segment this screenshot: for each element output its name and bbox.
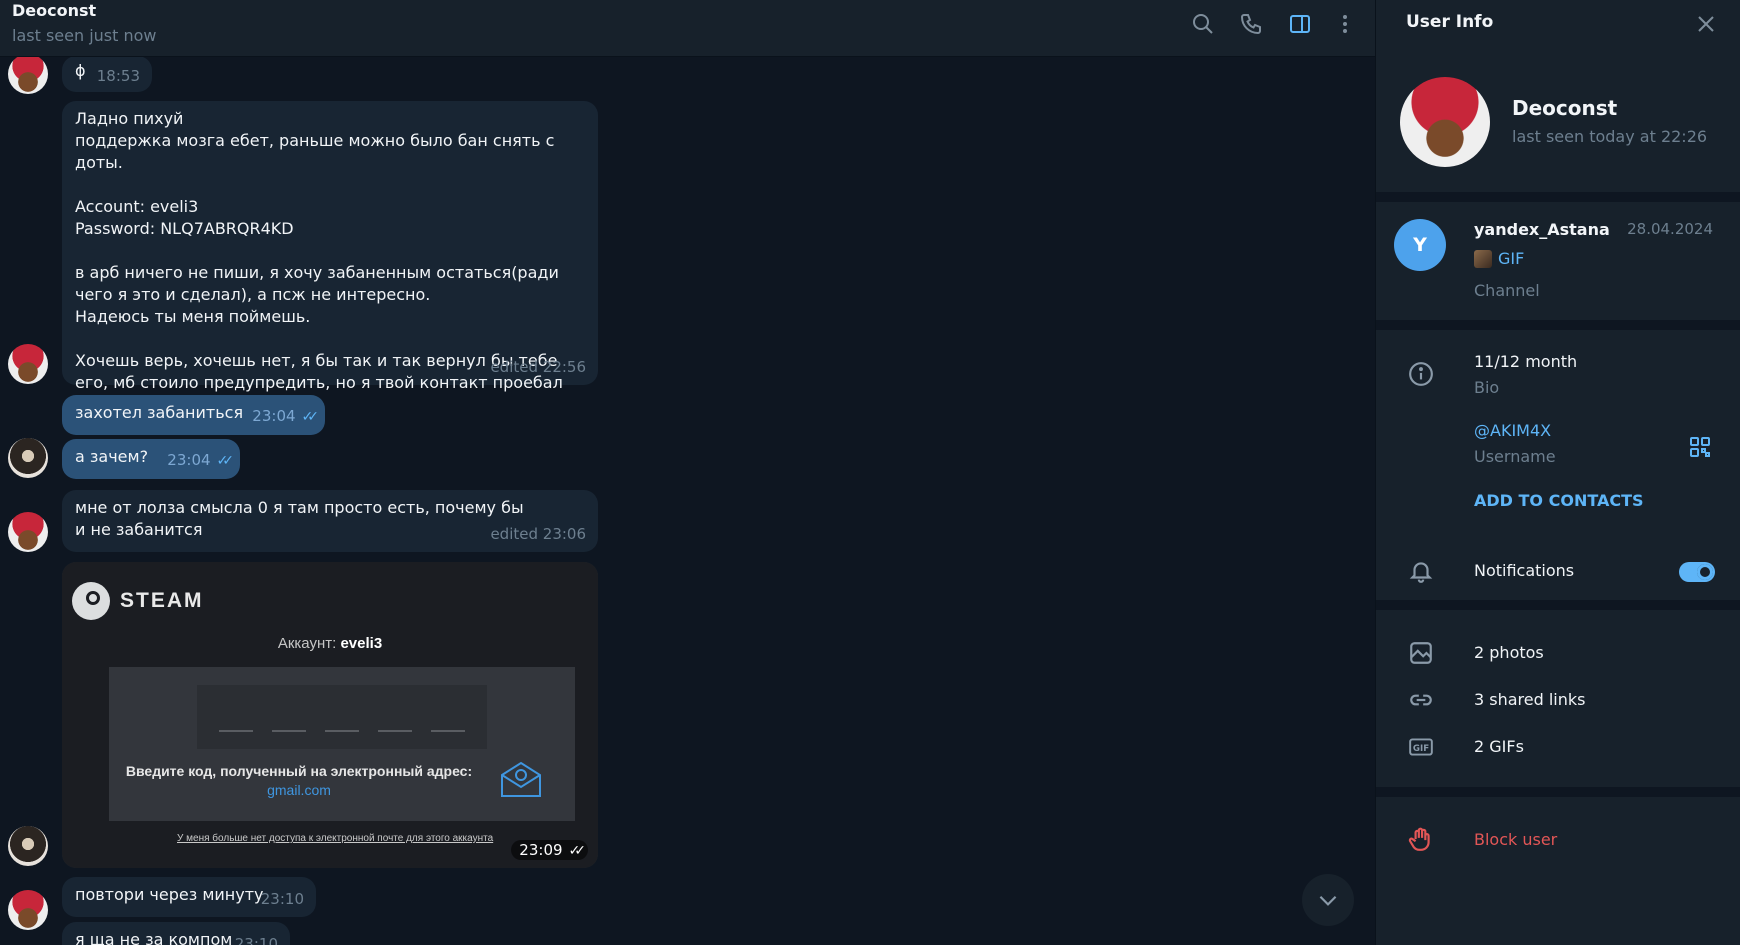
- link-icon: [1410, 694, 1432, 706]
- message-text: захотел забаниться: [75, 403, 244, 422]
- message-time: edited 22:56: [490, 358, 586, 376]
- message-text: а зачем?: [75, 447, 149, 466]
- channel-name[interactable]: yandex_Astana: [1474, 220, 1610, 239]
- steam-wordmark: STEAM: [120, 589, 204, 612]
- photo-icon: [1410, 642, 1432, 664]
- message-text: Ладно пихуй поддержка мозга ебет, раньше…: [75, 109, 563, 392]
- message-bubble[interactable]: повтори через минуту 23:10: [62, 877, 316, 917]
- message-time: 23:09 ✓✓: [511, 840, 588, 860]
- close-icon[interactable]: [1694, 12, 1718, 36]
- code-dash: [431, 730, 465, 732]
- avatar[interactable]: [8, 344, 48, 384]
- message-bubble[interactable]: ϕ 18:53: [62, 56, 152, 92]
- channel-last-message: GIF: [1474, 249, 1524, 268]
- message-bubble[interactable]: я ща не за компом 23:10: [62, 922, 290, 945]
- peer-name[interactable]: Deoconst: [12, 1, 96, 20]
- phone-icon[interactable]: [1238, 11, 1264, 37]
- sidebar-toggle-icon[interactable]: [1287, 11, 1313, 37]
- code-dash: [272, 730, 306, 732]
- gif-thumbnail: [1474, 249, 1492, 268]
- channel-last-message-text: GIF: [1498, 249, 1525, 268]
- message-text: ϕ: [75, 61, 86, 80]
- message-bubble-outgoing[interactable]: захотел забаниться 23:04 ✓✓: [62, 395, 325, 435]
- peer-status: last seen just now: [12, 26, 157, 45]
- user-info-panel: User Info Deoconst last seen today at 22…: [1375, 0, 1740, 945]
- steam-screenshot[interactable]: STEAM Аккаунт: eveli3 Введите код, получ…: [62, 562, 598, 868]
- steam-logo: STEAM: [72, 582, 204, 620]
- photo-message[interactable]: STEAM Аккаунт: eveli3 Введите код, получ…: [62, 562, 598, 868]
- gifs-count[interactable]: 2 GIFs: [1474, 737, 1524, 756]
- block-user-button[interactable]: Block user: [1474, 830, 1557, 849]
- code-dash: [219, 730, 253, 732]
- chat-area: Deoconst last seen just now ϕ 18:53 Ладн…: [0, 0, 1375, 945]
- bio-value: 11/12 month: [1474, 352, 1578, 371]
- chevron-down-icon: [1319, 895, 1337, 906]
- message-time: 23:10: [234, 935, 278, 945]
- code-dash: [325, 730, 359, 732]
- message-time: 18:53: [96, 67, 140, 85]
- channel-date: 28.04.2024: [1627, 220, 1713, 238]
- divider: [1376, 192, 1740, 202]
- steam-code-box: Введите код, полученный на электронный а…: [109, 667, 575, 821]
- avatar[interactable]: [8, 438, 48, 478]
- profile-avatar[interactable]: [1400, 77, 1490, 167]
- steam-account-line: Аккаунт: eveli3: [62, 635, 598, 652]
- scroll-down-button[interactable]: [1302, 874, 1354, 926]
- read-checks-icon: ✓✓: [568, 843, 587, 859]
- message-bubble[interactable]: Ладно пихуй поддержка мозга ебет, раньше…: [62, 101, 598, 392]
- message-time: edited 23:06: [490, 525, 586, 543]
- message-text: я ща не за компом: [75, 930, 233, 945]
- avatar[interactable]: [8, 54, 48, 94]
- more-vertical-icon[interactable]: [1332, 11, 1358, 37]
- notifications-label: Notifications: [1474, 561, 1575, 580]
- channel-avatar[interactable]: Y: [1394, 219, 1446, 271]
- gif-icon: GIF: [1409, 738, 1433, 756]
- message-bubble[interactable]: мне от лолза смысла 0 я там просто есть,…: [62, 490, 598, 552]
- panel-title: User Info: [1406, 12, 1494, 32]
- chat-header[interactable]: Deoconst last seen just now: [0, 0, 1375, 57]
- avatar[interactable]: [8, 826, 48, 866]
- avatar[interactable]: [8, 512, 48, 552]
- steam-email: gmail.com: [267, 782, 331, 798]
- username-label: Username: [1474, 447, 1556, 466]
- steam-prompt: Введите код, полученный на электронный а…: [125, 763, 473, 779]
- username-value[interactable]: @AKIM4X: [1474, 421, 1551, 440]
- steam-no-access-link: У меня больше нет доступа к электронной …: [177, 833, 494, 844]
- bio-label: Bio: [1474, 378, 1500, 397]
- photos-count[interactable]: 2 photos: [1474, 643, 1544, 662]
- svg-text:GIF: GIF: [1413, 744, 1429, 754]
- steam-account-label: Аккаунт:: [277, 635, 337, 652]
- message-time: 23:04 ✓✓: [252, 405, 320, 428]
- message-bubble-outgoing[interactable]: а зачем? 23:04 ✓✓: [62, 439, 240, 479]
- add-to-contacts-button[interactable]: ADD TO CONTACTS: [1474, 491, 1644, 510]
- info-icon: [1409, 362, 1433, 386]
- divider: [1376, 787, 1740, 797]
- qr-code-icon[interactable]: [1688, 435, 1712, 459]
- hand-stop-icon: [1408, 827, 1430, 851]
- avatar[interactable]: [8, 890, 48, 930]
- steam-logo-icon: [72, 582, 110, 620]
- code-input-area: [197, 685, 487, 749]
- read-checks-icon: ✓✓: [216, 453, 235, 469]
- profile-status: last seen today at 22:26: [1512, 127, 1708, 146]
- divider: [1376, 600, 1740, 610]
- search-icon[interactable]: [1190, 11, 1216, 37]
- read-checks-icon: ✓✓: [301, 409, 320, 425]
- envelope-icon: [501, 761, 541, 797]
- message-time: 23:10: [260, 890, 304, 908]
- steam-account-value: eveli3: [340, 635, 383, 652]
- message-text: повтори через минуту: [75, 885, 264, 904]
- divider: [1376, 320, 1740, 330]
- channel-type: Channel: [1474, 281, 1540, 300]
- shared-links-count[interactable]: 3 shared links: [1474, 690, 1586, 709]
- message-text: мне от лолза смысла 0 я там просто есть,…: [75, 498, 529, 539]
- notifications-toggle[interactable]: [1679, 562, 1715, 582]
- message-time: 23:04 ✓✓: [167, 449, 235, 472]
- bell-icon: [1409, 562, 1433, 583]
- profile-name: Deoconst: [1512, 96, 1618, 120]
- code-dash: [378, 730, 412, 732]
